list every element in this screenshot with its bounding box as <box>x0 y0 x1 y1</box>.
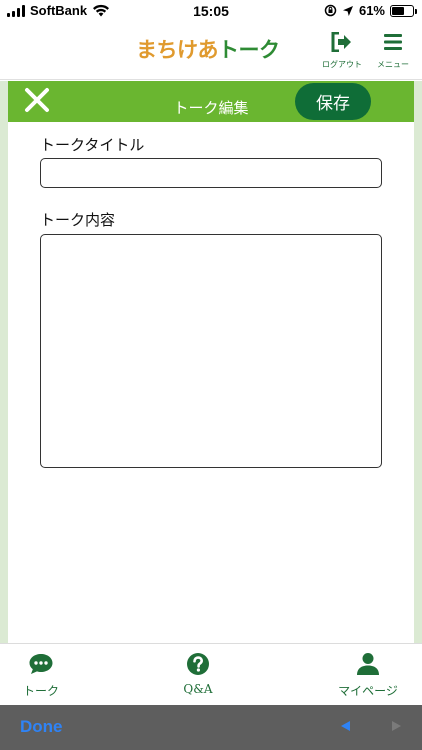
status-right: 61% <box>324 3 417 18</box>
battery-percent: 61% <box>358 3 385 18</box>
logo-text-primary: まちけあ <box>136 38 219 62</box>
save-button[interactable]: 保存 <box>295 83 371 120</box>
nav-label-talk: トーク <box>22 684 59 698</box>
battery-level <box>392 6 405 15</box>
bottom-nav: トーク Q&A マイページ <box>0 643 422 705</box>
chat-bubble-icon <box>29 654 53 674</box>
app-header: まちけあトーク ログアウト メニュー <box>0 24 422 80</box>
talk-title-label: トークタイトル <box>40 136 145 154</box>
nav-label-qa: Q&A <box>183 682 213 696</box>
app-logo: まちけあトーク <box>136 34 280 64</box>
editor-header: トーク編集 保存 <box>8 81 414 122</box>
talk-content-textarea[interactable] <box>40 234 382 468</box>
logo-text-secondary: トーク <box>218 38 280 62</box>
menu-label: メニュー <box>377 60 409 69</box>
hamburger-menu-icon <box>384 34 402 50</box>
lock-rotation-icon <box>324 4 337 17</box>
nav-item-qa[interactable]: Q&A <box>172 652 224 696</box>
nav-label-mypage: マイページ <box>338 684 398 698</box>
nav-item-mypage[interactable]: マイページ <box>332 652 404 699</box>
nav-item-talk[interactable]: トーク <box>14 652 68 699</box>
talk-content-label: トーク内容 <box>40 211 116 229</box>
logout-icon <box>331 31 351 53</box>
done-button[interactable]: Done <box>20 717 63 737</box>
logout-button[interactable]: ログアウト <box>318 31 366 70</box>
frame-left <box>0 81 8 643</box>
keyboard-accessory-bar: Done <box>0 705 422 750</box>
next-field-icon[interactable] <box>392 721 401 731</box>
frame-right <box>414 81 422 643</box>
previous-field-icon[interactable] <box>341 721 350 731</box>
status-bar: SoftBank 15:05 61% <box>0 0 422 24</box>
talk-title-input[interactable] <box>40 158 382 188</box>
user-icon <box>357 653 379 675</box>
location-icon <box>342 5 353 16</box>
menu-button[interactable]: メニュー <box>372 32 414 70</box>
logout-label: ログアウト <box>322 60 362 69</box>
question-circle-icon <box>187 653 209 675</box>
battery-icon <box>390 4 417 17</box>
